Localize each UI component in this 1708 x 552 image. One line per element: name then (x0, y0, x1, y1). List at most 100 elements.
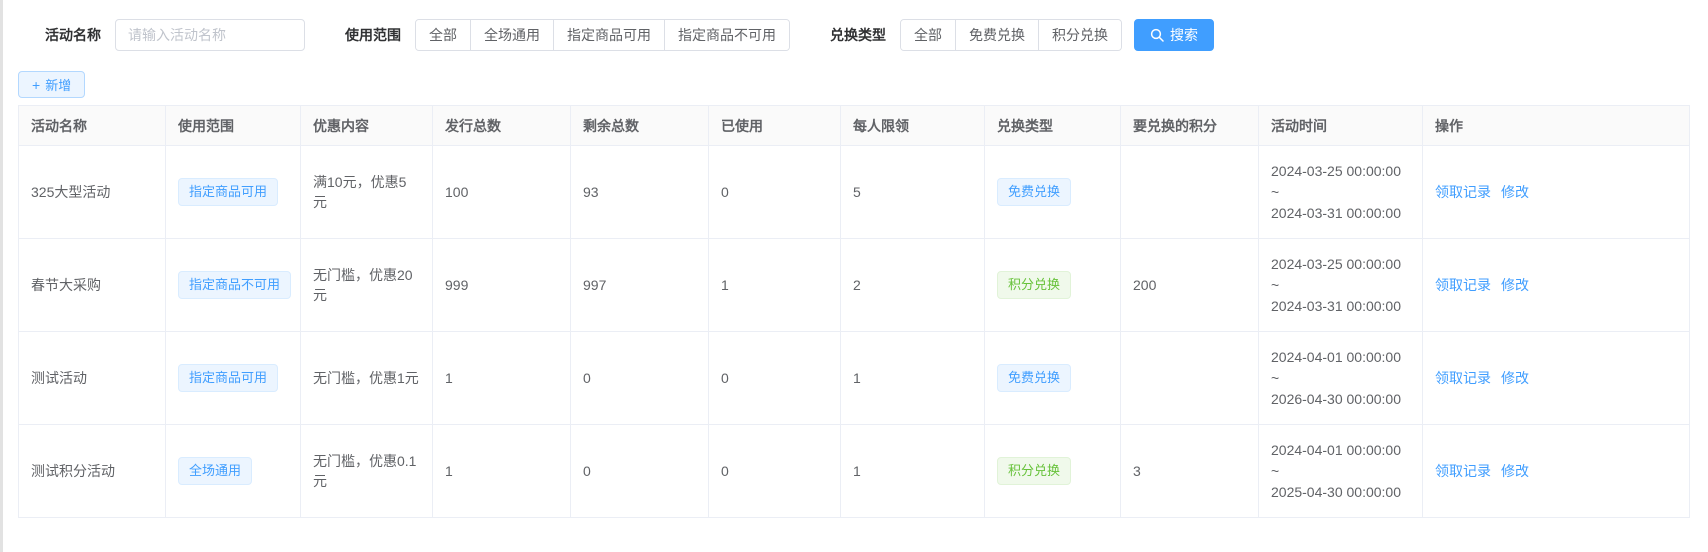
column-header: 已使用 (709, 106, 841, 146)
usage-scope-option-1[interactable]: 全场通用 (470, 20, 553, 50)
cell-text: 春节大采购 (31, 277, 101, 293)
usage-scope-option-0[interactable]: 全部 (416, 20, 470, 50)
column-header: 兑换类型 (985, 106, 1121, 146)
edit-link[interactable]: 修改 (1501, 370, 1529, 386)
cell-text: 1 (445, 463, 453, 479)
exchange-type-tag: 积分兑换 (997, 457, 1071, 485)
cell-text: 0 (721, 184, 729, 200)
exchange-type-cell: 积分兑换 (985, 425, 1121, 518)
remaining-cell: 0 (571, 332, 709, 425)
usage-scope-option-2[interactable]: 指定商品可用 (553, 20, 664, 50)
coupon-activity-admin-page: 活动名称 使用范围 全部全场通用指定商品可用指定商品不可用 兑换类型 全部免费兑… (0, 0, 1708, 552)
exchange-type-label: 兑换类型 (830, 25, 886, 45)
table-row: 325大型活动 指定商品可用 满10元，优惠5元 10093 0 5 免费兑换 2024-03… (19, 146, 1690, 239)
cell-text: 3 (1133, 463, 1141, 479)
discount-cell: 满10元，优惠5元 (301, 146, 433, 239)
filter-bar: 活动名称 使用范围 全部全场通用指定商品可用指定商品不可用 兑换类型 全部免费兑… (45, 19, 1214, 51)
total-issued-cell: 1 (433, 425, 571, 518)
column-header: 剩余总数 (571, 106, 709, 146)
time-line: ~ (1271, 182, 1410, 203)
time-line: ~ (1271, 368, 1410, 389)
exchange-type-cell: 免费兑换 (985, 332, 1121, 425)
exchange-type-cell: 积分兑换 (985, 239, 1121, 332)
time-line: 2024-04-01 00:00:00 (1271, 347, 1410, 368)
search-icon (1150, 28, 1164, 42)
cell-text: 0 (583, 463, 591, 479)
cell-text: 测试活动 (31, 370, 87, 386)
activity-name-label: 活动名称 (45, 25, 101, 45)
per-person-limit-cell: 2 (841, 239, 985, 332)
cell-text: 1 (853, 463, 861, 479)
cell-text: 997 (583, 277, 606, 293)
time-line: 2026-04-30 00:00:00 (1271, 389, 1410, 410)
column-header: 要兑换的积分 (1121, 106, 1259, 146)
search-button[interactable]: 搜索 (1134, 19, 1214, 51)
usage-scope-filter: 使用范围 全部全场通用指定商品可用指定商品不可用 (345, 19, 790, 51)
points-cell: 200 (1121, 239, 1259, 332)
time-line: ~ (1271, 461, 1410, 482)
time-line: 2024-03-31 00:00:00 (1271, 296, 1410, 317)
cell-text: 0 (583, 370, 591, 386)
left-edge-divider (0, 0, 3, 552)
table-header-row: 活动名称使用范围优惠内容发行总数剩余总数已使用每人限领兑换类型要兑换的积分活动时… (19, 106, 1690, 146)
cell-text: 325大型活动 (31, 184, 110, 200)
view-records-link[interactable]: 领取记录 (1435, 463, 1491, 479)
column-header: 操作 (1423, 106, 1690, 146)
exchange-type-option-2[interactable]: 积分兑换 (1038, 20, 1121, 50)
activity-name-input[interactable] (115, 19, 305, 51)
add-button[interactable]: + 新增 (18, 71, 85, 98)
column-header: 发行总数 (433, 106, 571, 146)
column-header: 活动名称 (19, 106, 166, 146)
time-line: 2024-04-01 00:00:00 (1271, 440, 1410, 461)
used-cell: 0 (709, 146, 841, 239)
table-row: 测试积分活动全场通用无门槛，优惠0.1元1001积分兑换32024-04-01 … (19, 425, 1690, 518)
column-header: 活动时间 (1259, 106, 1423, 146)
usage-scope-cell: 指定商品可用 (166, 332, 301, 425)
view-records-link[interactable]: 领取记录 (1435, 370, 1491, 386)
cell-text: 满10元，优惠5元 (313, 174, 406, 210)
total-issued-cell: 1 (433, 332, 571, 425)
exchange-type-option-0[interactable]: 全部 (901, 20, 955, 50)
discount-cell: 无门槛，优惠20元 (301, 239, 433, 332)
table-row: 春节大采购指定商品不可用无门槛，优惠20元99999712积分兑换2002024… (19, 239, 1690, 332)
table-body: 325大型活动指定商品可用满10元，优惠5元1009305免费兑换2024-03… (19, 146, 1690, 518)
exchange-type-cell: 免费兑换 (985, 146, 1121, 239)
scope-tag: 指定商品可用 (178, 178, 278, 206)
scope-tag: 全场通用 (178, 457, 252, 485)
edit-link[interactable]: 修改 (1501, 184, 1529, 200)
activity-time-cell: 2024-03-25 00:00:00~2024-03-31 00:00:00 (1259, 239, 1423, 332)
remaining-cell: 93 (571, 146, 709, 239)
remaining-cell: 0 (571, 425, 709, 518)
per-person-limit-cell: 1 (841, 332, 985, 425)
activity-name-cell: 测试积分活动 (19, 425, 166, 518)
table-header: 活动名称使用范围优惠内容发行总数剩余总数已使用每人限领兑换类型要兑换的积分活动时… (19, 106, 1690, 146)
actions-cell: 领取记录修改 (1423, 332, 1690, 425)
cell-text: 2 (853, 277, 861, 293)
activity-time-cell: 2024-04-01 00:00:00~2026-04-30 00:00:00 (1259, 332, 1423, 425)
cell-text: 无门槛，优惠0.1元 (313, 453, 416, 489)
remaining-cell: 997 (571, 239, 709, 332)
scope-tag: 指定商品可用 (178, 364, 278, 392)
exchange-type-tag: 免费兑换 (997, 178, 1071, 206)
view-records-link[interactable]: 领取记录 (1435, 184, 1491, 200)
view-records-link[interactable]: 领取记录 (1435, 277, 1491, 293)
usage-scope-option-3[interactable]: 指定商品不可用 (664, 20, 789, 50)
cell-text: 1 (853, 370, 861, 386)
edit-link[interactable]: 修改 (1501, 463, 1529, 479)
cell-text: 200 (1133, 277, 1156, 293)
points-cell: 3 (1121, 425, 1259, 518)
used-cell: 0 (709, 332, 841, 425)
actions-cell: 领取记录修改 (1423, 146, 1690, 239)
total-issued-cell: 100 (433, 146, 571, 239)
activity-name-cell: 测试活动 (19, 332, 166, 425)
add-button-label: 新增 (45, 75, 71, 94)
cell-text: 1 (721, 277, 729, 293)
exchange-type-option-1[interactable]: 免费兑换 (955, 20, 1038, 50)
cell-text: 无门槛，优惠1元 (313, 370, 419, 386)
activity-time-cell: 2024-03-25 00:00:00~2024-03-31 00:00:00 (1259, 146, 1423, 239)
points-cell (1121, 146, 1259, 239)
activity-time-cell: 2024-04-01 00:00:00~2025-04-30 00:00:00 (1259, 425, 1423, 518)
column-header: 每人限领 (841, 106, 985, 146)
edit-link[interactable]: 修改 (1501, 277, 1529, 293)
cell-text: 5 (853, 184, 861, 200)
